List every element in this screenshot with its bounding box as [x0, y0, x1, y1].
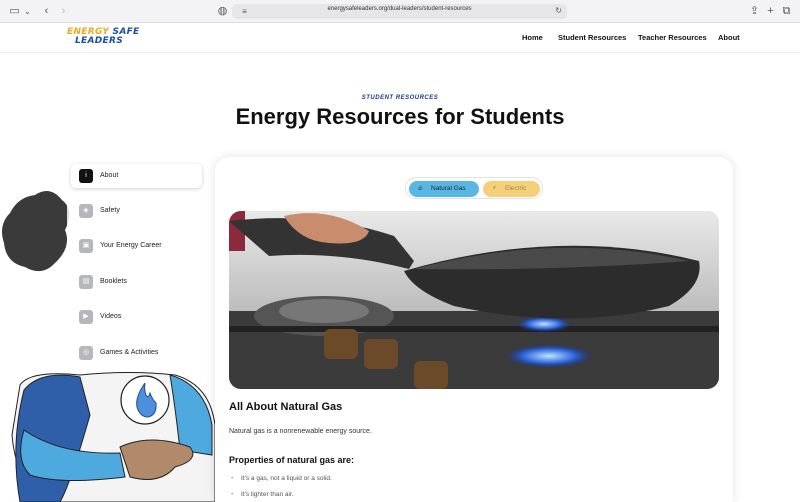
- sidebar-item-label: Booklets: [100, 278, 127, 285]
- nav-about[interactable]: About: [718, 33, 740, 42]
- briefcase-icon: ▣: [79, 239, 93, 253]
- nav-teacher-resources[interactable]: Teacher Resources: [638, 33, 707, 42]
- url-text: energysafeleaders.org/dual-leaders/stude…: [327, 6, 472, 12]
- list-item: It's a gas, not a liquid or a solid.: [231, 475, 332, 482]
- electric-tab[interactable]: ⚡︎ Electric: [483, 181, 540, 197]
- flame-icon: 🔥︎: [418, 185, 423, 192]
- sidebar-item-label: Games & Activities: [100, 349, 159, 356]
- forward-icon[interactable]: ›: [57, 5, 70, 18]
- electric-label: Electric: [505, 185, 527, 192]
- browser-toolbar: ▭ ⌄ ‹ › ◍ ≡ energysafeleaders.org/dual-l…: [0, 0, 800, 23]
- tab-overview-icon[interactable]: ⧉: [780, 5, 793, 18]
- sidebar-item-label: Your Energy Career: [100, 242, 162, 249]
- nav-home[interactable]: Home: [522, 33, 543, 42]
- gamepad-icon: ◎: [79, 346, 93, 360]
- sidebar-item-games-activities[interactable]: ◎ Games & Activities: [71, 341, 202, 365]
- properties-title: Properties of natural gas are:: [229, 455, 355, 465]
- natural-gas-tab[interactable]: 🔥︎ Natural Gas: [409, 181, 479, 197]
- sidebar-item-about[interactable]: i About: [71, 164, 202, 188]
- logo[interactable]: ENERGY SAFE LEADERS: [67, 28, 142, 48]
- sidebar-toggle-icon[interactable]: ▭: [8, 5, 21, 18]
- section-title: All About Natural Gas: [229, 401, 343, 413]
- section-eyebrow: STUDENT RESOURCES: [361, 95, 439, 101]
- sidebar-item-safety[interactable]: ◈ Safety: [71, 199, 202, 223]
- content-card: 🔥︎ Natural Gas ⚡︎ Electric All About Nat…: [215, 157, 733, 502]
- shield-icon: ◈: [79, 204, 93, 218]
- reload-icon[interactable]: ↻: [555, 6, 562, 15]
- sidebar-item-label: About: [100, 172, 119, 179]
- sidebar-item-booklets[interactable]: ▤ Booklets: [71, 270, 202, 294]
- gas-stove-photo: [229, 211, 719, 389]
- address-bar[interactable]: ≡ energysafeleaders.org/dual-leaders/stu…: [232, 4, 567, 19]
- energy-type-toggle: 🔥︎ Natural Gas ⚡︎ Electric: [405, 177, 543, 199]
- book-icon: ▤: [79, 275, 93, 289]
- list-item: It's lighter than air.: [231, 491, 293, 498]
- share-icon[interactable]: ⇪: [748, 5, 761, 18]
- resource-sidebar: i About ◈ Safety ▣ Your Energy Career ▤ …: [67, 160, 207, 372]
- back-icon[interactable]: ‹: [40, 5, 53, 18]
- page-title: Energy Resources for Students: [235, 104, 565, 129]
- info-icon: i: [79, 169, 93, 183]
- new-tab-icon[interactable]: +: [764, 5, 777, 18]
- logo-text-leaders: LEADERS: [75, 36, 123, 46]
- natural-gas-label: Natural Gas: [431, 185, 466, 192]
- privacy-icon[interactable]: ◍: [216, 5, 229, 18]
- sidebar-item-energy-career[interactable]: ▣ Your Energy Career: [71, 234, 202, 258]
- chevron-down-icon[interactable]: ⌄: [21, 5, 34, 18]
- sidebar-item-label: Videos: [100, 313, 122, 320]
- section-intro: Natural gas is a nonrenewable energy sou…: [229, 428, 372, 435]
- nav-student-resources[interactable]: Student Resources: [558, 33, 626, 42]
- sidebar-item-label: Safety: [100, 207, 120, 214]
- play-icon: ▶: [79, 310, 93, 324]
- sidebar-item-videos[interactable]: ▶ Videos: [71, 305, 202, 329]
- lightning-icon: ⚡︎: [492, 185, 497, 192]
- site-header: ENERGY SAFE LEADERS Home Student Resourc…: [0, 23, 800, 53]
